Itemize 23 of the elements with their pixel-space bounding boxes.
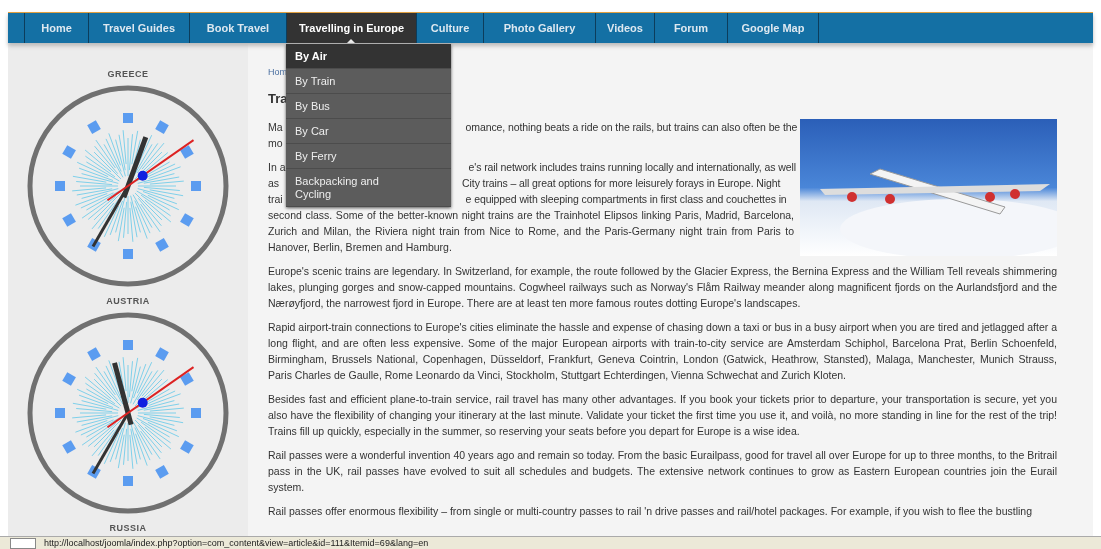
nav-tab[interactable]: Travelling in Europe bbox=[286, 13, 416, 43]
clock-label: AUSTRIA bbox=[106, 296, 150, 307]
article-paragraph: Europe's scenic trains are legendary. In Switzerland, for example, the route followed by the Glacier Express, the Bernina Express and the William Tell reveals shimmering lakes, plunging gorges and snow-capped mountains. Cogwheel railways such as Norway's Flåm Railway meander along magnificent fjords on the Aurlandsfjord and the Nærøyfjord, the narrowest fjord in Europe. There are at least ten more famous routes dotting Europe's landscapes. bbox=[268, 264, 1057, 311]
article-paragraph: Rail passes were a wonderful invention 40 years ago and remain so today. From the basic Eurailpass, good for travel all over Europe for up to three months, to the Britrail pass in the UK, rail passes have evolved to suit all schedules and budgets. The extensive network continues to grow as Eastern European countries join the Eurail system. bbox=[268, 448, 1057, 495]
text-fragment: trai bbox=[268, 192, 283, 207]
clock-label: GREECE bbox=[107, 69, 149, 80]
menu-item[interactable]: By Air bbox=[286, 44, 451, 69]
status-icon[interactable] bbox=[10, 537, 36, 549]
article-paragraph: Besides fast and efficient plane-to-train service, rail travel has many other advantages. If you book your tickets prior to departure, your transportation is secure, yet you also have the flexibility of changing your itinerary at the last minute. Validate your ticket the first time you use it, and voilà, no more standing in line for the rest of the trip! Trains fill up quickly, especially in the summer, so reserving your seats before you depart for Europe is a wise idea. bbox=[268, 392, 1057, 439]
text-fragment: In a bbox=[268, 160, 286, 175]
article-paragraph: Rapid airport-train connections to Europe's cities eliminate the hassle and expense of chasing down a taxi or bus in a busy airport when you are tired and jetlagged after a long flight, and are often less expensive. Some of the major European airports with train-to-city service are Amsterdam Schiphol, Barcelona Prat, Berlin Schoenfeld, Birmingham, Brussels National, Copenhagen, Düsseldorf, Frankfurt, Geneva Cointrin, London (Gatwick, Heathrow, Stansted), Malaga, Manchester, Munich Strauss, Paris Charles de Gaulle, Rome Leonardo da Vinci, Stockholm, Stuttgart Echterdingen, Vienna Schwechat and Zurich Kloten. bbox=[268, 320, 1057, 383]
clock-label: RUSSIA bbox=[109, 523, 147, 534]
status-url: http://localhost/joomla/index.php?option=com_content&view=article&id=111&Itemid=69&lang=en bbox=[44, 538, 429, 548]
article-paragraph: Rail passes offer enormous flexibility – from single or multi-country passes to rail 'n drive passes and rail/hotel packages. For example, if you wish to flee the bustling bbox=[268, 504, 1033, 519]
text-fragment: mo bbox=[268, 136, 284, 151]
text-fragment: Ma bbox=[268, 120, 283, 135]
text-fragment: as bbox=[268, 176, 280, 191]
article-paragraph: second class. Some of the better-known night trains are the Trainhotel Elipsos linking Paris, Madrid, Barcelona, Zurich and Milan, the Riviera night train from Nice to Rome, and the Paris-Germany night train from Paris to Hanover, Berlin, Bremen and Hamburg. bbox=[268, 208, 795, 255]
text-fragment: e equipped with sleeping compartments in first class and couchettes in bbox=[465, 192, 787, 207]
text-fragment: e's rail network includes trains running locally and internationally, as well bbox=[468, 160, 796, 175]
text-fragment: omance, nothing beats a ride on the rails, but trains can also often be the bbox=[465, 120, 798, 135]
text-fragment: City trains – all great options for more leisurely forays in Europe. Night bbox=[462, 176, 781, 191]
breadcrumb-link[interactable]: Hom bbox=[268, 66, 287, 78]
